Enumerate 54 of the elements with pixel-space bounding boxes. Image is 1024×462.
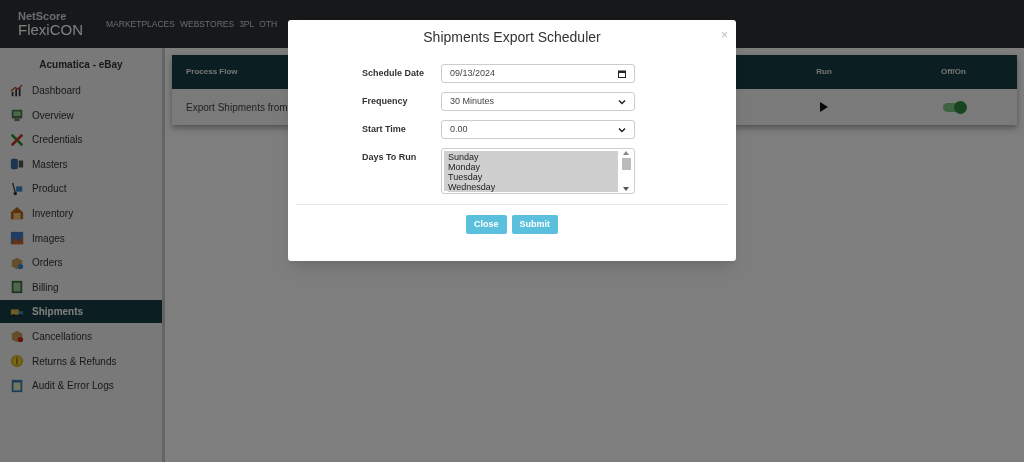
- sidebar-item[interactable]: Product: [0, 177, 162, 201]
- scrollbar[interactable]: [620, 151, 632, 191]
- box-icon: [10, 329, 24, 344]
- document-icon: [10, 378, 24, 393]
- box-icon: [10, 255, 24, 270]
- database-icon: [10, 157, 24, 172]
- sidebar-item[interactable]: Returns & Refunds: [0, 349, 162, 373]
- toggle-switch[interactable]: [942, 102, 965, 112]
- calculator-icon: [10, 280, 24, 295]
- play-button[interactable]: [820, 102, 828, 112]
- dialog-button[interactable]: Close: [466, 215, 507, 234]
- sidebar-item[interactable]: Credentials: [0, 128, 162, 152]
- bar-chart-icon: [10, 83, 24, 98]
- logo-text: FlexiCON: [18, 22, 84, 37]
- warehouse-icon: [10, 206, 24, 221]
- column-header: Process Flow: [186, 66, 238, 78]
- field-label: Frequency: [362, 95, 409, 108]
- image-icon: [10, 231, 24, 246]
- nav-link[interactable]: WEBSTORES: [179, 17, 235, 31]
- nav-link[interactable]: 3PL: [239, 17, 255, 31]
- field-label: Days To Run: [362, 151, 418, 164]
- calendar-icon: [618, 69, 626, 78]
- nav-link[interactable]: MARKETPLACES: [106, 17, 175, 31]
- sidebar-title: Acumatica - eBay: [38, 58, 124, 72]
- sidebar-item[interactable]: Inventory: [0, 201, 162, 225]
- dialog-title: Shipments Export Scheduler: [423, 27, 601, 47]
- list-option[interactable]: Wednesday: [448, 182, 618, 192]
- sidebar-item[interactable]: Overview: [0, 103, 162, 127]
- coin-icon: [10, 354, 24, 369]
- sidebar-item[interactable]: Orders: [0, 251, 162, 275]
- sidebar-item[interactable]: Audit & Error Logs: [0, 374, 162, 398]
- chevron-down-icon: [618, 125, 626, 134]
- nav-link[interactable]: OTH: [259, 17, 278, 31]
- hand-truck-icon: [10, 181, 24, 196]
- dropdown[interactable]: 30 Minutes: [441, 92, 635, 111]
- sidebar-item[interactable]: Shipments: [0, 300, 162, 324]
- field-label: Start Time: [362, 123, 407, 136]
- field-label: Schedule Date: [362, 67, 426, 80]
- list-box[interactable]: Sunday Monday Tuesday Wednesday: [441, 148, 635, 194]
- chevron-down-icon: [618, 97, 626, 106]
- sidebar-item[interactable]: Images: [0, 226, 162, 250]
- column-header: Run: [815, 66, 833, 78]
- table-cell-text: Export Shipments from: [186, 100, 288, 115]
- column-header: Off/On: [940, 66, 967, 78]
- sidebar-item[interactable]: Cancellations: [0, 324, 162, 348]
- date-field[interactable]: 09/13/2024: [441, 64, 635, 83]
- monitor-icon: [10, 108, 24, 123]
- sidebar-item[interactable]: Masters: [0, 152, 162, 176]
- dialog-button[interactable]: Submit: [511, 215, 558, 234]
- sidebar-item[interactable]: Billing: [0, 275, 162, 299]
- sidebar-item[interactable]: Dashboard: [0, 79, 162, 102]
- dropdown[interactable]: 0.00: [441, 120, 635, 139]
- logo-text: NetScore: [18, 11, 68, 22]
- tools-icon: [10, 132, 24, 147]
